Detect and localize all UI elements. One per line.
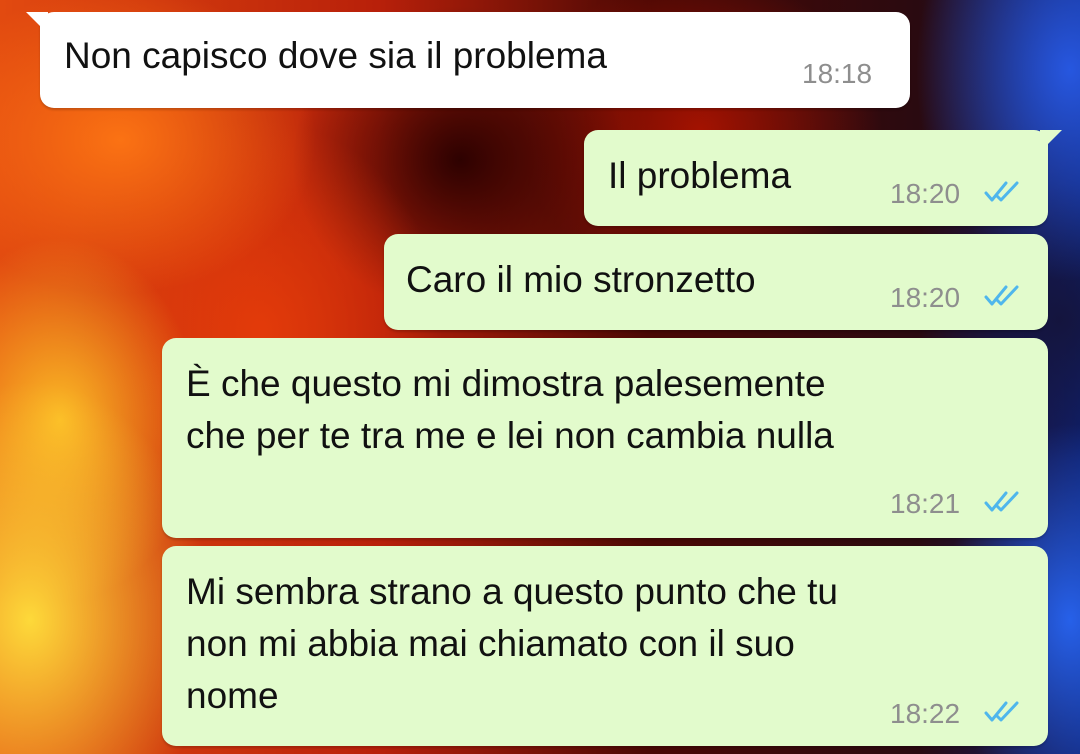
message-time: 18:18: [802, 58, 873, 89]
message-time: 18:21: [890, 488, 961, 519]
message-text: Il problema: [608, 155, 792, 196]
double-check-read-icon: [984, 701, 1019, 722]
message-text: Caro il mio stronzetto: [406, 259, 756, 300]
bubble-tail: [1040, 130, 1062, 152]
double-check-read-icon: [984, 285, 1019, 306]
message-text: È che questo mi dimostra palesemente che…: [186, 363, 834, 456]
chat-message[interactable]: Il problema 18:20: [584, 130, 1062, 226]
chat-message[interactable]: Non capisco dove sia il problema 18:18: [26, 12, 910, 108]
message-time: 18:22: [890, 698, 961, 729]
message-text: Non capisco dove sia il problema: [64, 35, 607, 76]
message-time: 18:20: [890, 282, 961, 313]
chat-message[interactable]: Caro il mio stronzetto 18:20: [384, 234, 1048, 330]
bubble-tail: [26, 12, 48, 34]
chat-message[interactable]: È che questo mi dimostra palesemente che…: [162, 338, 1048, 538]
message-text: Mi sembra strano a questo punto che tu n…: [186, 571, 838, 716]
chat-message[interactable]: Mi sembra strano a questo punto che tu n…: [162, 546, 1048, 746]
message-time: 18:20: [890, 178, 961, 209]
double-check-read-icon: [984, 181, 1019, 202]
double-check-read-icon: [984, 491, 1019, 512]
